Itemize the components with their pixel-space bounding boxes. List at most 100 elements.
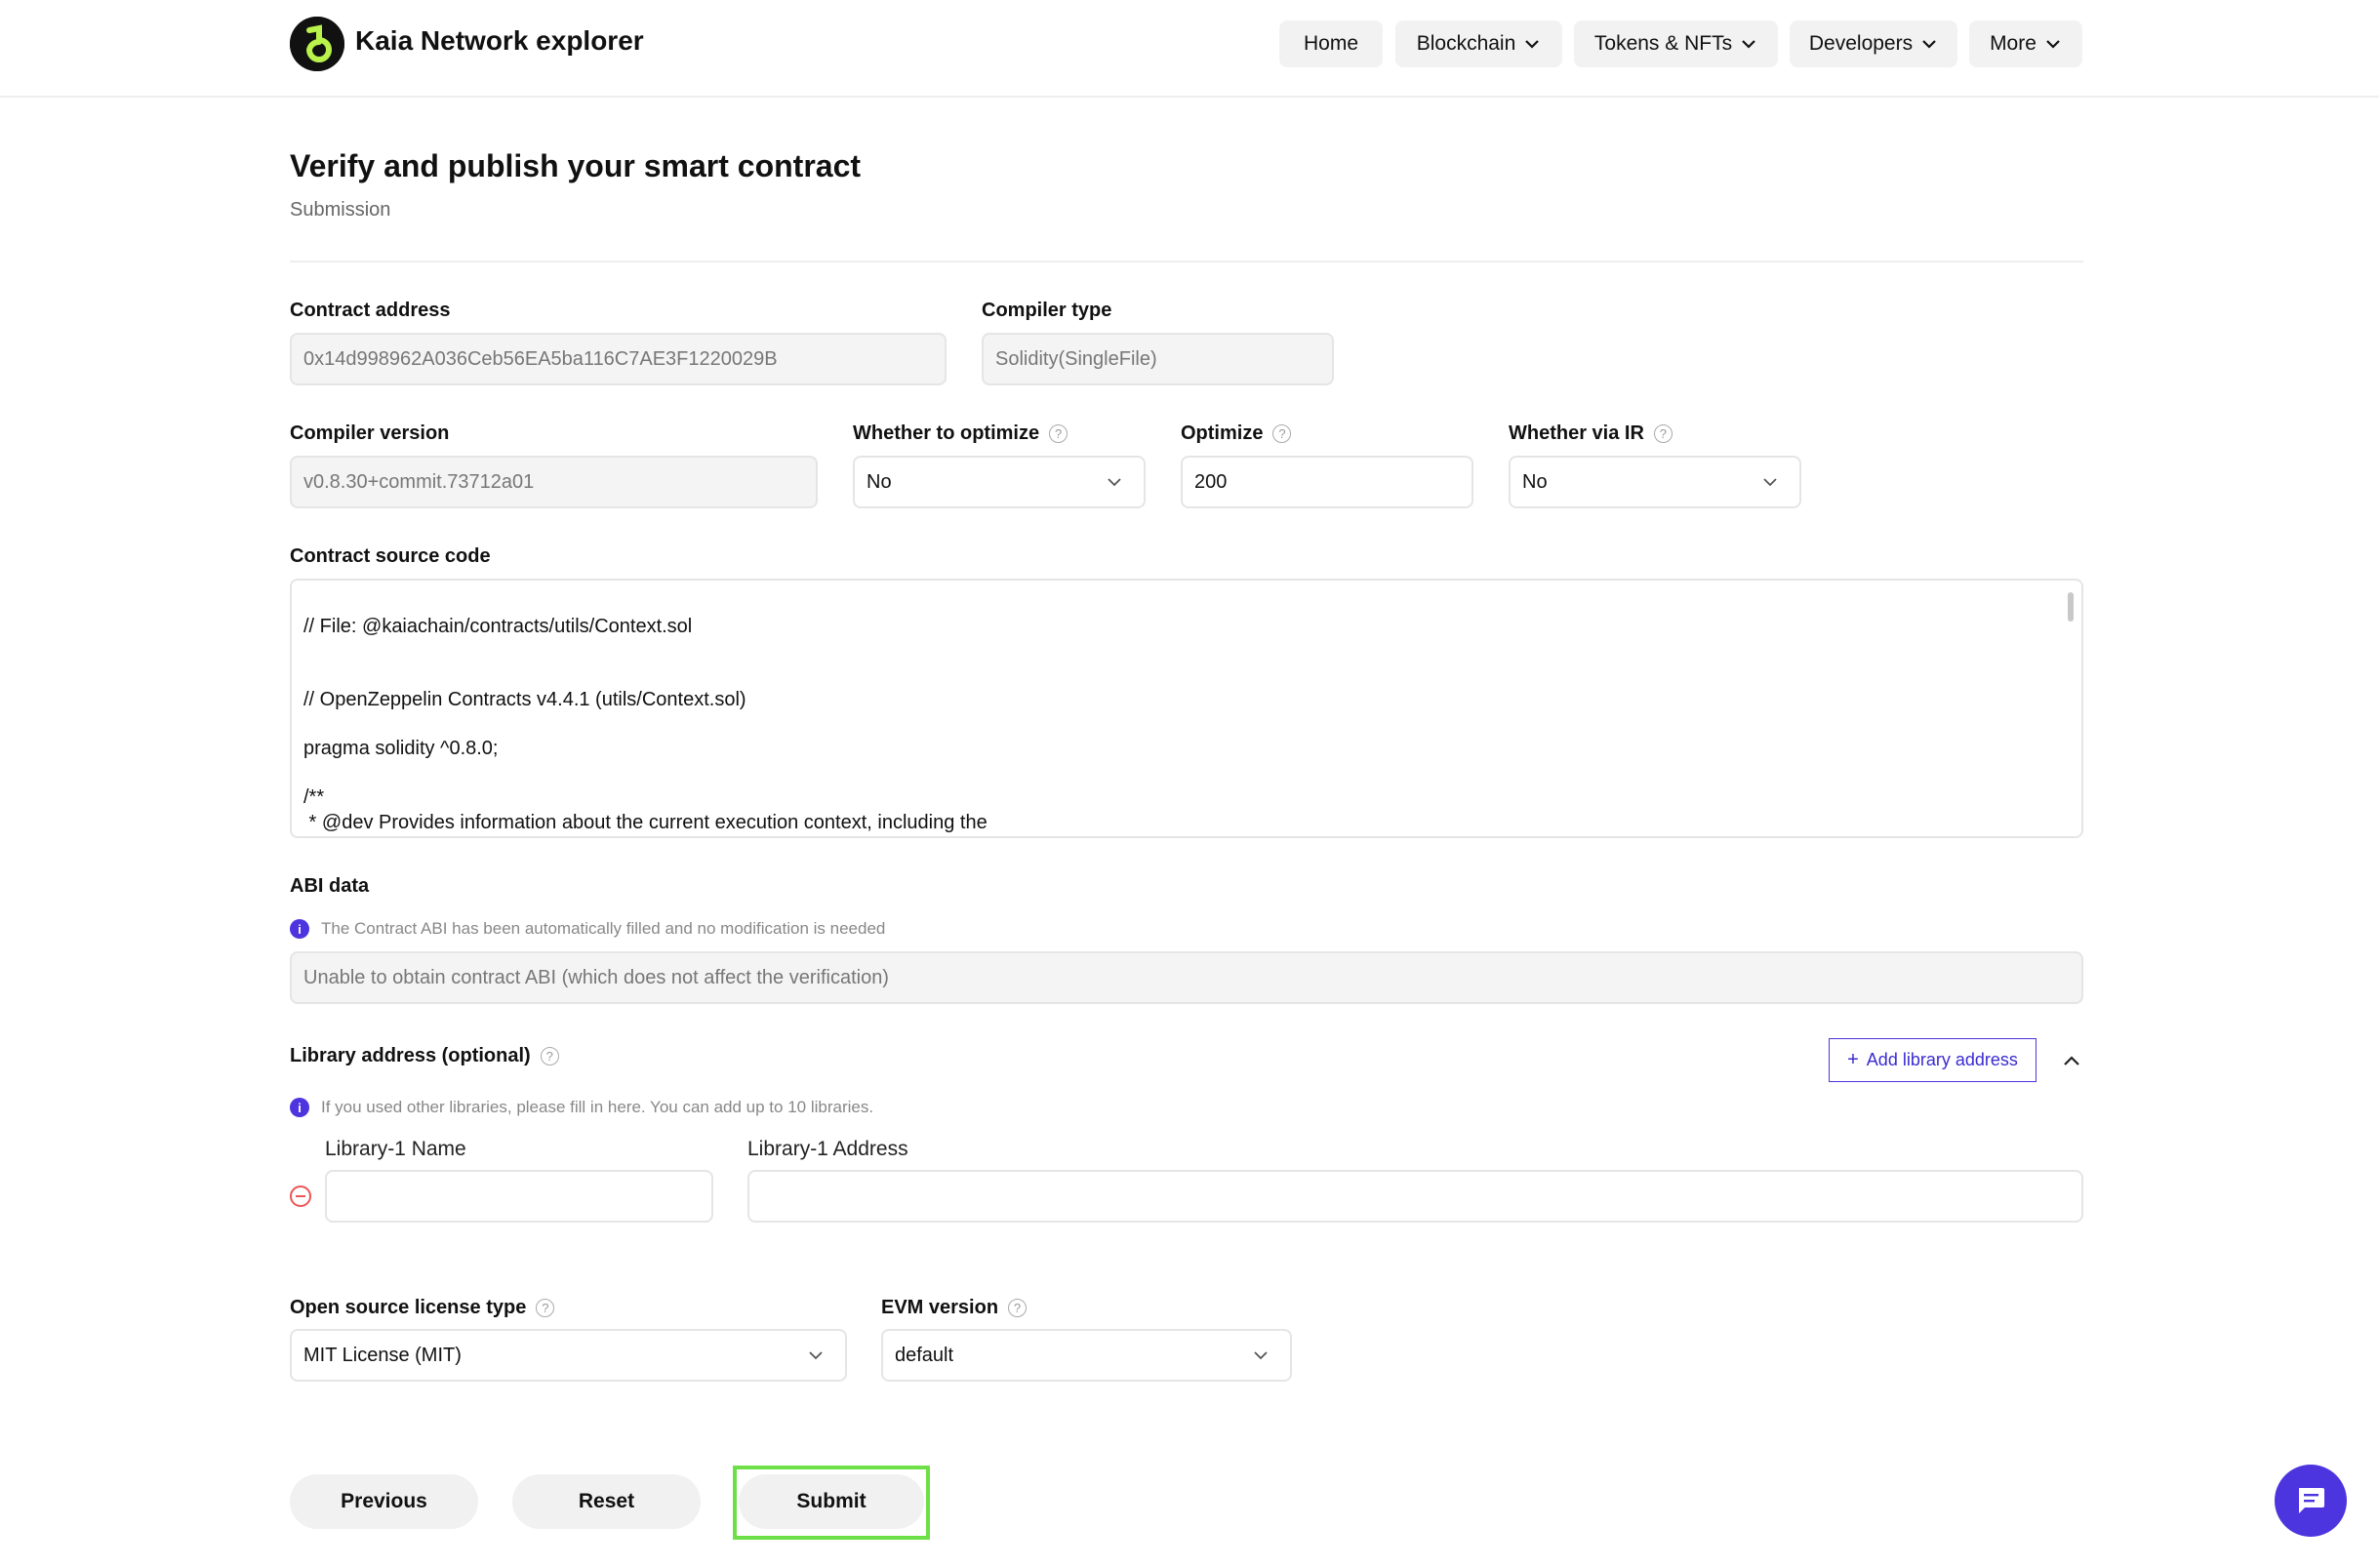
chevron-up-icon[interactable] [2059,1048,2084,1073]
library-address-label: Library-1 Address [747,1138,908,1160]
kaia-logo[interactable] [290,17,344,71]
page-subtitle: Submission [290,199,391,221]
remove-library-icon[interactable] [290,1186,311,1207]
contract-address-field: 0x14d998962A036Ceb56EA5ba116C7AE3F122002… [290,333,947,385]
source-code-label: Contract source code [290,545,491,568]
library-label-text: Library address (optional) [290,1045,531,1066]
library-name-label: Library-1 Name [325,1138,466,1160]
chat-button[interactable] [2275,1465,2347,1537]
nav-tokens-nfts[interactable]: Tokens & NFTs [1574,20,1778,67]
whether-via-ir-label: Whether via IR ? [1509,422,1673,445]
divider [290,261,2083,262]
license-select[interactable]: MIT License (MIT) [290,1329,847,1382]
info-icon: i [290,1098,309,1117]
whether-via-ir-value: No [1522,470,1548,493]
compiler-type-label-text: Compiler type [982,300,1112,321]
compiler-version-label-text: Compiler version [290,422,450,444]
code-line: pragma solidity ^0.8.0; [303,738,499,759]
nav-home[interactable]: Home [1279,20,1383,67]
nav-blockchain-label: Blockchain [1416,32,1516,55]
compiler-version-label: Compiler version [290,422,449,445]
chevron-down-icon [1254,1351,1268,1360]
whether-to-optimize-select[interactable]: No [853,456,1146,508]
evm-version-select[interactable]: default [881,1329,1292,1382]
code-line: // File: @kaiachain/contracts/utils/Cont… [303,616,693,637]
whether-to-optimize-label-text: Whether to optimize [853,422,1040,444]
evm-version-label: EVM version ? [881,1297,1028,1319]
submit-button[interactable]: Submit [739,1474,924,1529]
add-library-label: Add library address [1866,1050,2018,1069]
help-icon[interactable]: ? [536,1299,555,1317]
optimize-runs-input[interactable]: 200 [1181,456,1473,508]
previous-button[interactable]: Previous [290,1474,478,1529]
evm-version-label-text: EVM version [881,1297,999,1318]
nav-blockchain[interactable]: Blockchain [1395,20,1562,67]
help-icon[interactable]: ? [1049,424,1069,443]
page-title: Verify and publish your smart contract [290,148,862,183]
library-name-input[interactable] [325,1170,713,1223]
chevron-down-icon [1525,40,1540,49]
add-library-button[interactable]: + Add library address [1829,1038,2036,1082]
contract-address-value: 0x14d998962A036Ceb56EA5ba116C7AE3F122002… [303,347,778,370]
help-icon[interactable]: ? [1272,424,1292,443]
abi-value: Unable to obtain contract ABI (which doe… [303,966,889,988]
whether-via-ir-select[interactable]: No [1509,456,1801,508]
abi-field: Unable to obtain contract ABI (which doe… [290,951,2083,1004]
library-label: Library address (optional) ? [290,1045,559,1067]
license-value: MIT License (MIT) [303,1344,462,1366]
code-line: // OpenZeppelin Contracts v4.4.1 (utils/… [303,689,746,710]
reset-label: Reset [578,1490,635,1512]
license-label-text: Open source license type [290,1297,527,1318]
optimize-label: Optimize ? [1181,422,1292,445]
whether-via-ir-label-text: Whether via IR [1509,422,1644,444]
abi-info-text: The Contract ABI has been automatically … [321,919,886,938]
compiler-type-value: Solidity(SingleFile) [995,347,1157,370]
source-code-label-text: Contract source code [290,545,491,567]
chevron-down-icon [1108,478,1121,487]
code-line: * @dev Provides information about the cu… [303,812,988,833]
code-line: /** [303,786,325,808]
nav-developers[interactable]: Developers [1790,20,1957,67]
chevron-down-icon [1763,478,1777,487]
info-icon: i [290,919,309,939]
nav-more[interactable]: More [1969,20,2082,67]
nav-more-label: More [1990,32,2036,55]
abi-info: i The Contract ABI has been automaticall… [290,919,885,939]
compiler-version-field: v0.8.30+commit.73712a01 [290,456,818,508]
library-address-input[interactable] [747,1170,2083,1223]
chevron-down-icon [1742,40,1755,49]
chevron-down-icon [2046,40,2060,49]
optimize-value: 200 [1194,470,1228,493]
contract-address-label-text: Contract address [290,300,451,321]
whether-to-optimize-value: No [867,470,892,493]
help-icon[interactable]: ? [540,1047,559,1065]
abi-label: ABI data [290,875,369,898]
compiler-type-field: Solidity(SingleFile) [982,333,1334,385]
evm-version-value: default [895,1344,954,1366]
compiler-version-value: v0.8.30+commit.73712a01 [303,470,535,493]
source-code-textarea[interactable]: // File: @kaiachain/contracts/utils/Cont… [290,579,2083,838]
compiler-type-label: Compiler type [982,300,1111,322]
help-icon[interactable]: ? [1008,1299,1028,1317]
optimize-label-text: Optimize [1181,422,1264,444]
scrollbar-thumb[interactable] [2068,592,2074,622]
library-info: i If you used other libraries, please fi… [290,1098,873,1117]
nav-home-label: Home [1303,32,1359,55]
plus-icon: + [1847,1049,1859,1070]
submit-label: Submit [796,1490,867,1512]
contract-address-label: Contract address [290,300,451,322]
previous-label: Previous [341,1490,427,1512]
reset-button[interactable]: Reset [512,1474,701,1529]
help-icon[interactable]: ? [1653,424,1673,443]
chevron-down-icon [1922,40,1936,49]
chevron-down-icon [809,1351,823,1360]
nav-tokens-label: Tokens & NFTs [1593,32,1733,55]
license-label: Open source license type ? [290,1297,555,1319]
top-header: Kaia Network explorer Home Blockchain To… [0,0,2379,98]
whether-to-optimize-label: Whether to optimize ? [853,422,1069,445]
chat-icon [2299,1488,2324,1513]
abi-label-text: ABI data [290,875,370,897]
library-info-text: If you used other libraries, please fill… [321,1098,874,1116]
nav-developers-label: Developers [1808,32,1914,55]
brand-name[interactable]: Kaia Network explorer [355,25,644,57]
